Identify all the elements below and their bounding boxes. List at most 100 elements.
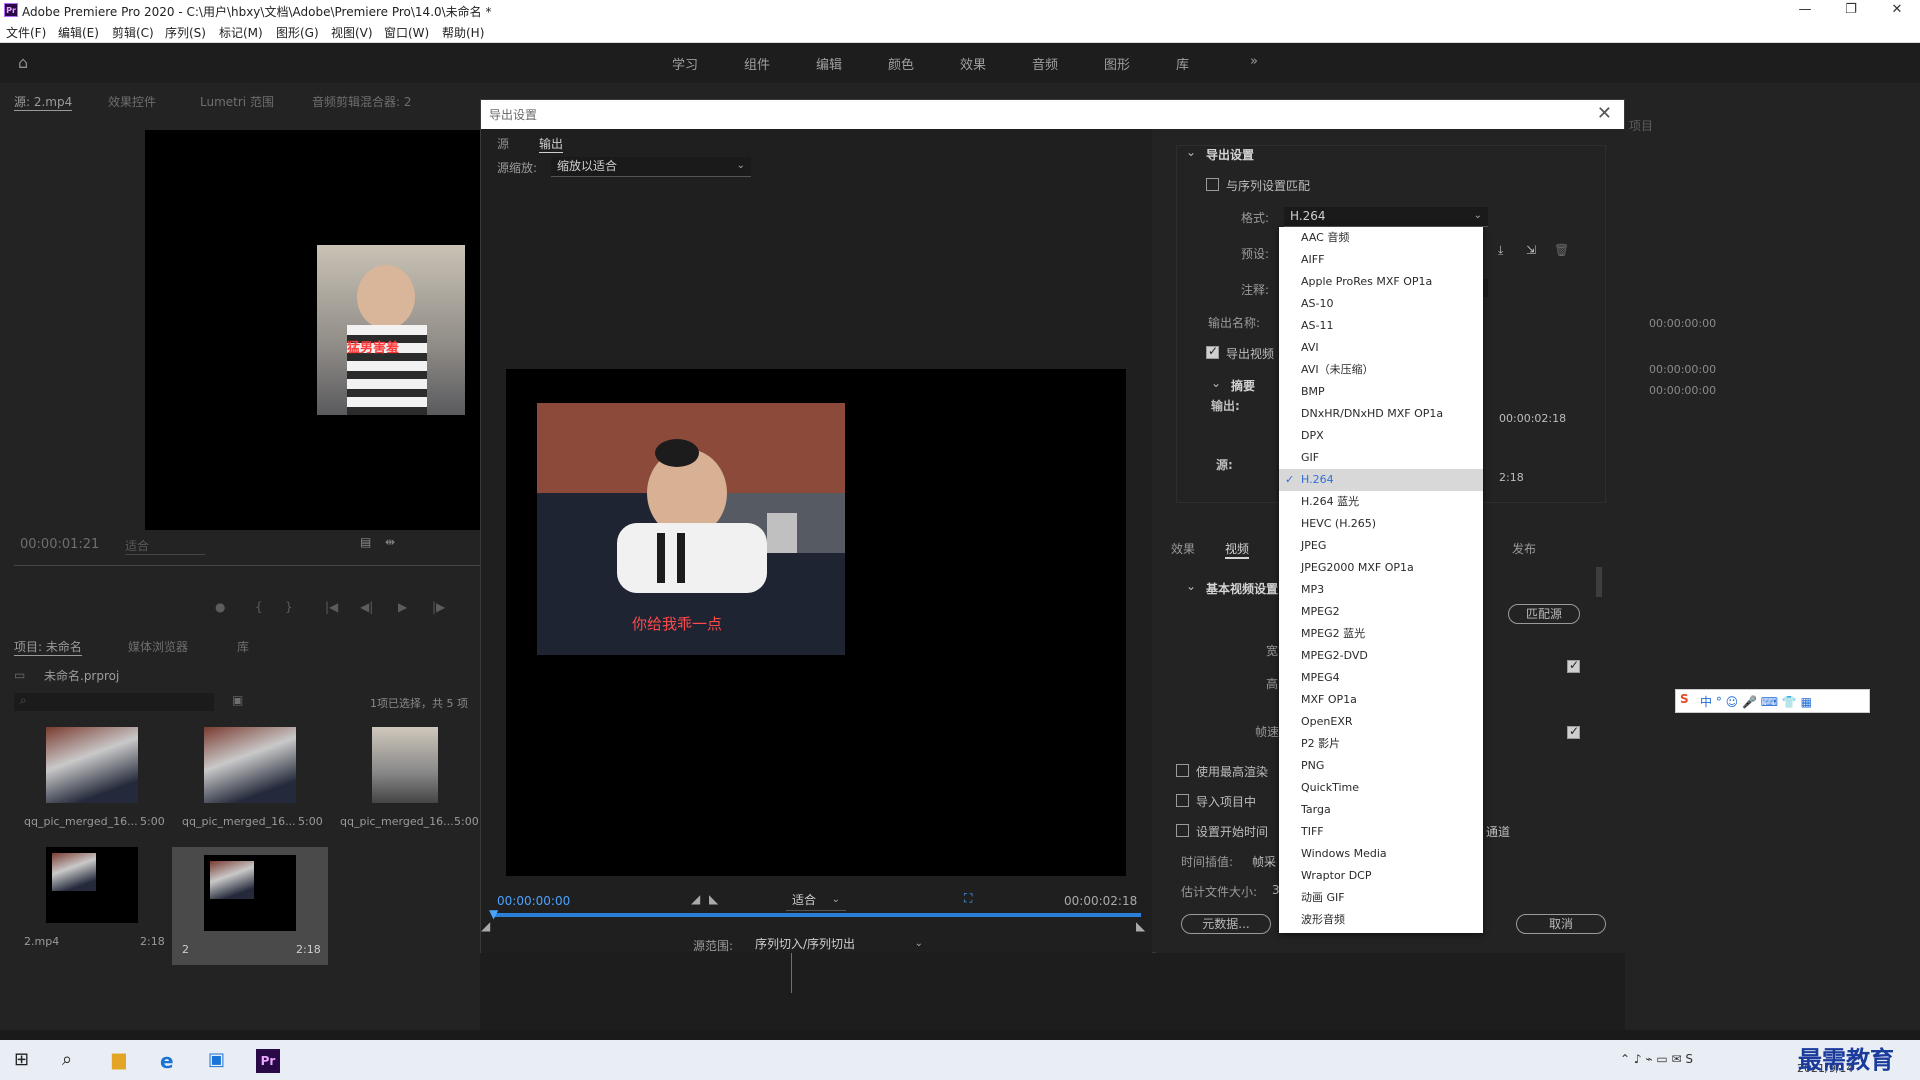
sogou-icon[interactable]: S xyxy=(1680,692,1689,706)
playhead-icon[interactable]: ▼ xyxy=(489,907,498,921)
collapse-chevron-icon[interactable]: ⌄ xyxy=(1186,145,1196,159)
mark-in-icon[interactable]: ◢ xyxy=(691,892,700,906)
step-back-icon[interactable]: ◀| xyxy=(360,600,373,614)
menu-sequence[interactable]: 序列(S) xyxy=(165,24,206,41)
tray-icons[interactable]: ⌃ ♪ ⌁ ▭ ✉ S xyxy=(1620,1052,1693,1066)
format-option[interactable]: BMP xyxy=(1279,381,1483,403)
format-option[interactable]: MPEG2 蓝光 xyxy=(1279,623,1483,645)
file-explorer-icon[interactable]: ▆ xyxy=(112,1049,136,1073)
ime-tools-icon[interactable]: 中 ° ☺ 🎤 ⌨ 👕 ▦ xyxy=(1700,693,1812,710)
source-scale-select[interactable]: 缩放以适合 ⌄ xyxy=(551,157,751,177)
format-option[interactable]: AS-10 xyxy=(1279,293,1483,315)
cancel-button[interactable]: 取消 xyxy=(1516,914,1606,934)
format-option[interactable]: Windows Media xyxy=(1279,843,1483,865)
tab-effect-controls[interactable]: 效果控件 xyxy=(108,93,156,110)
workspace-assembly[interactable]: 组件 xyxy=(744,54,770,73)
format-option[interactable]: MPEG4 xyxy=(1279,667,1483,689)
search-icon[interactable]: ⌕ xyxy=(62,1049,86,1073)
format-option[interactable]: PNG xyxy=(1279,755,1483,777)
format-option[interactable]: Wraptor DCP xyxy=(1279,865,1483,887)
tab-media-browser[interactable]: 媒体浏览器 xyxy=(128,638,188,655)
range-end-handle[interactable]: ◣ xyxy=(1136,919,1145,933)
project-search-input[interactable] xyxy=(14,693,214,711)
format-option[interactable]: P2 影片 xyxy=(1279,733,1483,755)
format-option[interactable]: 动画 GIF xyxy=(1279,887,1483,909)
format-option[interactable]: JPEG xyxy=(1279,535,1483,557)
tab-publish[interactable]: 发布 xyxy=(1512,540,1536,557)
marker-icon[interactable]: ● xyxy=(215,600,225,614)
close-dialog-button[interactable]: ✕ xyxy=(1597,103,1612,124)
premiere-taskbar-icon[interactable]: Pr xyxy=(256,1049,280,1073)
format-option[interactable]: OpenEXR xyxy=(1279,711,1483,733)
menu-marker[interactable]: 标记(M) xyxy=(219,24,263,41)
workspace-graphics[interactable]: 图形 xyxy=(1104,54,1130,73)
tab-libraries[interactable]: 库 xyxy=(237,638,249,655)
edge-browser-icon[interactable]: e xyxy=(160,1049,184,1073)
source-range-select[interactable]: 序列切入/序列切出 ⌄ xyxy=(749,935,929,955)
use-max-render-checkbox[interactable] xyxy=(1176,764,1189,777)
format-option[interactable]: H.264 蓝光 xyxy=(1279,491,1483,513)
mark-out-icon[interactable]: } xyxy=(285,600,293,614)
tab-audio-mixer[interactable]: 音频剪辑混合器: 2 xyxy=(312,93,412,110)
source-fit-select[interactable]: 适合 xyxy=(125,537,205,555)
go-to-in-icon[interactable]: |◀ xyxy=(325,600,338,614)
width-match-checkbox[interactable] xyxy=(1567,658,1580,673)
crop-icon[interactable]: ⛶ xyxy=(964,891,972,906)
new-bin-icon[interactable]: ▣ xyxy=(232,693,243,707)
app-icon[interactable]: ▣ xyxy=(208,1049,232,1073)
home-icon[interactable]: ⌂ xyxy=(18,53,38,72)
time-interp-value[interactable]: 帧采 xyxy=(1252,853,1276,870)
workspace-effects[interactable]: 效果 xyxy=(960,54,986,73)
match-source-button[interactable]: 匹配源 xyxy=(1508,604,1580,624)
format-select[interactable]: H.264 ⌄ xyxy=(1284,207,1488,227)
project-item-selected[interactable]: 2 2:18 xyxy=(172,847,328,965)
play-icon[interactable]: ▶ xyxy=(398,600,407,614)
format-option[interactable]: GIF xyxy=(1279,447,1483,469)
format-option[interactable]: MP3 xyxy=(1279,579,1483,601)
format-option[interactable]: 波形音频 xyxy=(1279,909,1483,931)
set-start-time-checkbox[interactable] xyxy=(1176,824,1189,837)
format-option[interactable]: AAC 音频 xyxy=(1279,227,1483,249)
settings-icon[interactable]: ▤ xyxy=(360,535,371,549)
menu-clip[interactable]: 剪辑(C) xyxy=(112,24,154,41)
format-option[interactable]: MPEG2 xyxy=(1279,601,1483,623)
close-button[interactable]: ✕ xyxy=(1874,0,1920,22)
menu-window[interactable]: 窗口(W) xyxy=(384,24,429,41)
workspace-editing[interactable]: 编辑 xyxy=(816,54,842,73)
import-project-checkbox[interactable] xyxy=(1176,794,1189,807)
settings-scrollbar[interactable] xyxy=(1596,567,1602,597)
format-option[interactable]: QuickTime xyxy=(1279,777,1483,799)
format-option[interactable]: Targa xyxy=(1279,799,1483,821)
source-viewer[interactable]: 猛男害羞 xyxy=(145,130,480,530)
source-timecode[interactable]: 00:00:01:21 xyxy=(20,537,99,552)
timeline-playhead[interactable] xyxy=(791,953,792,993)
project-item[interactable]: qq_pic_merged_16... 5:00 xyxy=(330,727,480,837)
metadata-button[interactable]: 元数据... xyxy=(1181,914,1271,934)
step-forward-icon[interactable]: |▶ xyxy=(432,600,445,614)
more-workspaces-icon[interactable]: » xyxy=(1250,54,1258,69)
format-option[interactable]: HEVC (H.265) xyxy=(1279,513,1483,535)
delete-preset-icon[interactable]: 🗑 xyxy=(1554,243,1569,257)
timecode-in[interactable]: 00:00:00:00 xyxy=(497,894,570,908)
ime-toolbar[interactable]: S 中 ° ☺ 🎤 ⌨ 👕 ▦ xyxy=(1675,689,1870,713)
format-option[interactable]: DNxHR/DNxHD MXF OP1a xyxy=(1279,403,1483,425)
match-sequence-checkbox[interactable] xyxy=(1206,178,1219,191)
format-option[interactable]: AVI xyxy=(1279,337,1483,359)
format-option-selected[interactable]: H.264 xyxy=(1279,469,1483,491)
drag-icon[interactable]: ⇹ xyxy=(385,535,395,549)
summary-chevron-icon[interactable]: ⌄ xyxy=(1211,376,1221,390)
mark-in-icon[interactable]: { xyxy=(255,600,263,614)
format-option[interactable]: AIFF xyxy=(1279,249,1483,271)
import-preset-icon[interactable]: ⇲ xyxy=(1526,243,1536,257)
source-ruler[interactable] xyxy=(14,565,480,566)
menu-graphics[interactable]: 图形(G) xyxy=(276,24,319,41)
format-option[interactable]: AVI（未压缩） xyxy=(1279,359,1483,381)
frame-rate-checkbox[interactable] xyxy=(1567,724,1580,739)
format-dropdown-list[interactable]: AAC 音频 AIFF Apple ProRes MXF OP1a AS-10 … xyxy=(1279,227,1483,933)
menu-edit[interactable]: 编辑(E) xyxy=(58,24,99,41)
format-option[interactable]: MPEG2-DVD xyxy=(1279,645,1483,667)
basic-video-chevron-icon[interactable]: ⌄ xyxy=(1186,579,1196,593)
project-item[interactable]: 2.mp4 2:18 xyxy=(14,847,170,957)
tab-effects[interactable]: 效果 xyxy=(1171,540,1195,557)
save-preset-icon[interactable]: ⤓ xyxy=(1498,243,1503,258)
